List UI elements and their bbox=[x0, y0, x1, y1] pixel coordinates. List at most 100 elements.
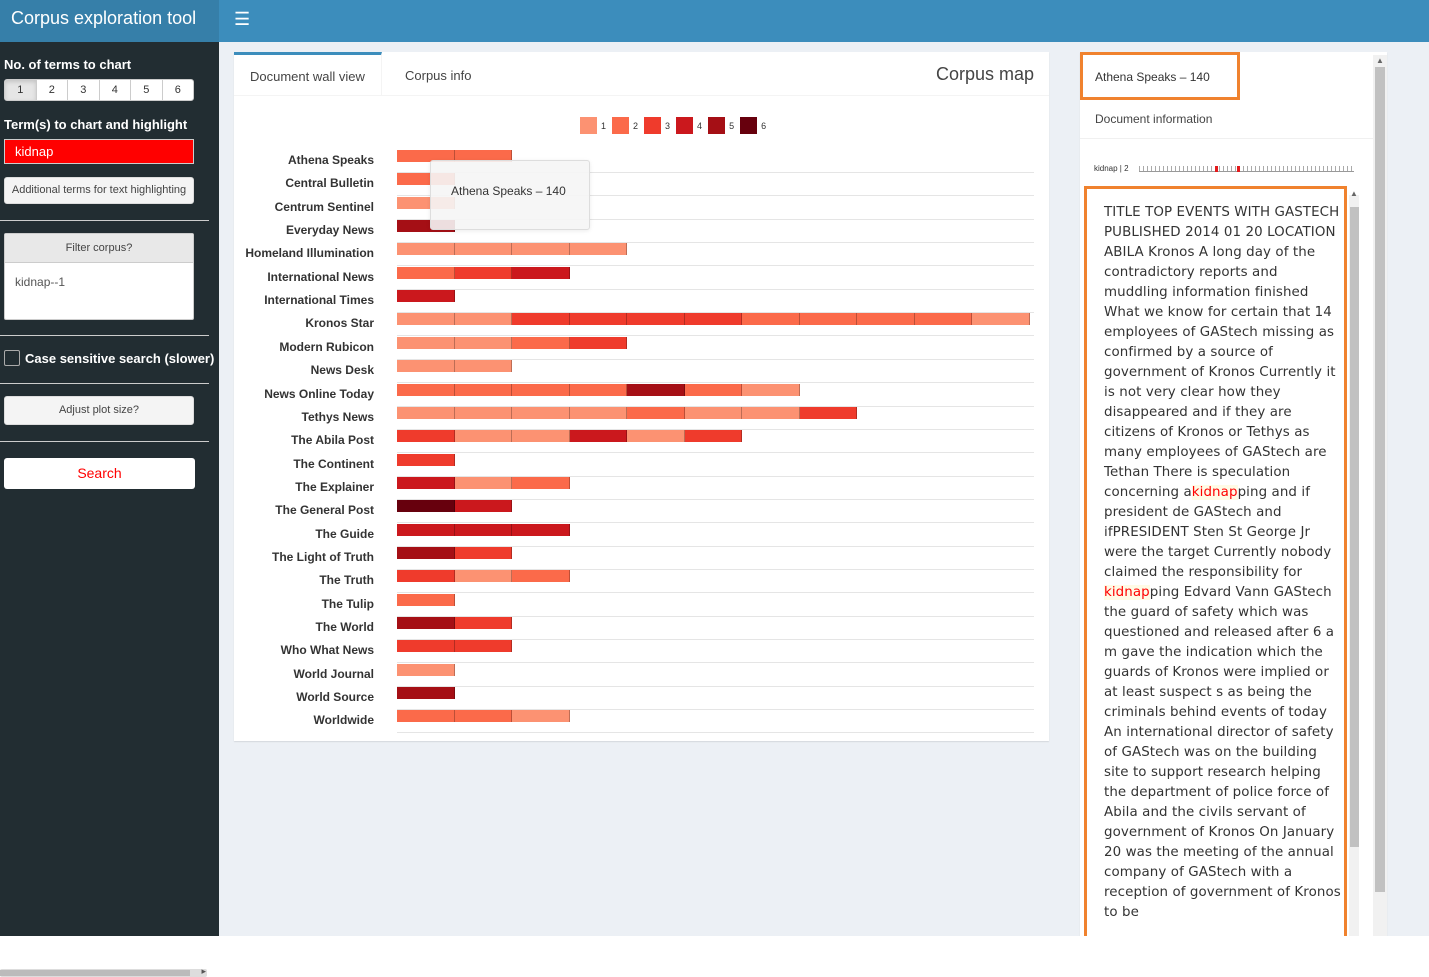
document-cell[interactable] bbox=[454, 430, 512, 443]
num-terms-option[interactable]: 3 bbox=[68, 80, 100, 100]
term-hit-marker[interactable] bbox=[1215, 166, 1218, 172]
document-cell[interactable] bbox=[684, 383, 742, 396]
document-cell[interactable] bbox=[454, 360, 512, 373]
document-cell[interactable] bbox=[397, 243, 455, 256]
document-cell[interactable] bbox=[684, 406, 742, 419]
document-cell[interactable] bbox=[512, 710, 570, 723]
document-cell[interactable] bbox=[569, 383, 627, 396]
filter-input[interactable]: kidnap--1 bbox=[5, 263, 193, 301]
document-cell[interactable] bbox=[512, 336, 570, 349]
horizontal-scrollbar[interactable]: ▸ bbox=[0, 966, 207, 977]
document-cell[interactable] bbox=[397, 523, 455, 536]
document-cell[interactable] bbox=[972, 313, 1030, 326]
document-cell[interactable] bbox=[569, 336, 627, 349]
document-cell[interactable] bbox=[397, 430, 455, 443]
document-cell[interactable] bbox=[914, 313, 972, 326]
num-terms-option[interactable]: 6 bbox=[163, 80, 194, 100]
document-cell[interactable] bbox=[742, 383, 800, 396]
document-cell[interactable] bbox=[742, 406, 800, 419]
document-cell[interactable] bbox=[454, 336, 512, 349]
document-cell[interactable] bbox=[684, 313, 742, 326]
document-cell[interactable] bbox=[627, 430, 685, 443]
document-cell[interactable] bbox=[512, 570, 570, 583]
document-cell[interactable] bbox=[454, 640, 512, 653]
document-cell[interactable] bbox=[397, 453, 455, 466]
tab-corpus-info[interactable]: Corpus info bbox=[389, 52, 487, 96]
term-hit-marker[interactable] bbox=[1237, 166, 1240, 172]
horizontal-scroll-thumb[interactable] bbox=[0, 970, 190, 976]
document-text-box[interactable]: TITLE TOP EVENTS WITH GASTECH PUBLISHED … bbox=[1084, 186, 1347, 942]
document-cell[interactable] bbox=[454, 476, 512, 489]
document-cell[interactable] bbox=[454, 570, 512, 583]
adjust-plot-button[interactable]: Adjust plot size? bbox=[4, 396, 194, 425]
text-scrollbar[interactable]: ▲ bbox=[1349, 189, 1359, 945]
document-cell[interactable] bbox=[454, 266, 512, 279]
document-cell[interactable] bbox=[397, 546, 455, 559]
scroll-right-icon[interactable]: ▸ bbox=[201, 966, 206, 977]
document-cell[interactable] bbox=[397, 476, 455, 489]
num-terms-option[interactable]: 5 bbox=[131, 80, 163, 100]
num-terms-option[interactable]: 4 bbox=[100, 80, 131, 100]
document-cell[interactable] bbox=[397, 640, 455, 653]
panel-scroll-thumb[interactable] bbox=[1375, 67, 1385, 892]
document-cell[interactable] bbox=[397, 313, 455, 326]
document-cell[interactable] bbox=[397, 663, 455, 676]
document-cell[interactable] bbox=[627, 383, 685, 396]
document-cell[interactable] bbox=[512, 266, 570, 279]
document-cell[interactable] bbox=[512, 383, 570, 396]
filter-corpus-button[interactable]: Filter corpus? bbox=[5, 234, 193, 263]
search-button[interactable]: Search bbox=[4, 458, 195, 489]
document-cell[interactable] bbox=[397, 290, 455, 303]
document-cell[interactable] bbox=[569, 313, 627, 326]
document-cell[interactable] bbox=[397, 336, 455, 349]
document-cell[interactable] bbox=[397, 500, 455, 513]
document-cell[interactable] bbox=[454, 710, 512, 723]
document-cell[interactable] bbox=[397, 406, 455, 419]
text-scroll-thumb[interactable] bbox=[1350, 207, 1359, 847]
document-cell[interactable] bbox=[454, 313, 512, 326]
document-cell[interactable] bbox=[627, 406, 685, 419]
scroll-up-icon[interactable]: ▲ bbox=[1376, 56, 1384, 65]
num-terms-option[interactable]: 2 bbox=[37, 80, 68, 100]
document-cell[interactable] bbox=[397, 593, 455, 606]
document-cell[interactable] bbox=[397, 687, 455, 700]
document-cell[interactable] bbox=[454, 243, 512, 256]
additional-terms-button[interactable]: Additional terms for text highlighting bbox=[4, 177, 194, 204]
document-cell[interactable] bbox=[799, 406, 857, 419]
document-cell[interactable] bbox=[857, 313, 915, 326]
document-cell[interactable] bbox=[512, 476, 570, 489]
tab-document-wall[interactable]: Document wall view bbox=[234, 52, 382, 96]
document-cell[interactable] bbox=[569, 243, 627, 256]
document-cell[interactable] bbox=[397, 617, 455, 629]
document-cell[interactable] bbox=[454, 523, 512, 536]
document-cell[interactable] bbox=[454, 617, 512, 629]
document-cell[interactable] bbox=[569, 406, 627, 419]
document-cell[interactable] bbox=[454, 546, 512, 559]
panel-scrollbar[interactable]: ▲ ▼ bbox=[1373, 55, 1387, 945]
document-cell[interactable] bbox=[742, 313, 800, 326]
document-cell[interactable] bbox=[397, 710, 455, 723]
case-sensitive-checkbox[interactable] bbox=[4, 350, 20, 366]
document-cell[interactable] bbox=[512, 243, 570, 256]
document-cell[interactable] bbox=[397, 360, 455, 373]
scroll-up-icon[interactable]: ▲ bbox=[1350, 189, 1358, 198]
document-cell[interactable] bbox=[569, 430, 627, 443]
document-cell[interactable] bbox=[627, 313, 685, 326]
num-terms-selector[interactable]: 123456 bbox=[4, 79, 194, 101]
terms-input[interactable]: kidnap bbox=[4, 139, 194, 164]
num-terms-option[interactable]: 1 bbox=[5, 80, 37, 100]
document-cell[interactable] bbox=[397, 383, 455, 396]
tab-document-information[interactable]: Document information bbox=[1095, 112, 1212, 126]
document-cell[interactable] bbox=[397, 570, 455, 583]
menu-toggle-icon[interactable]: ☰ bbox=[234, 10, 250, 28]
document-cell[interactable] bbox=[397, 266, 455, 279]
document-cell[interactable] bbox=[684, 430, 742, 443]
document-cell[interactable] bbox=[454, 383, 512, 396]
document-cell[interactable] bbox=[512, 406, 570, 419]
document-cell[interactable] bbox=[512, 313, 570, 326]
document-cell[interactable] bbox=[454, 500, 512, 513]
document-cell[interactable] bbox=[454, 406, 512, 419]
document-cell[interactable] bbox=[799, 313, 857, 326]
document-cell[interactable] bbox=[512, 430, 570, 443]
document-cell[interactable] bbox=[512, 523, 570, 536]
